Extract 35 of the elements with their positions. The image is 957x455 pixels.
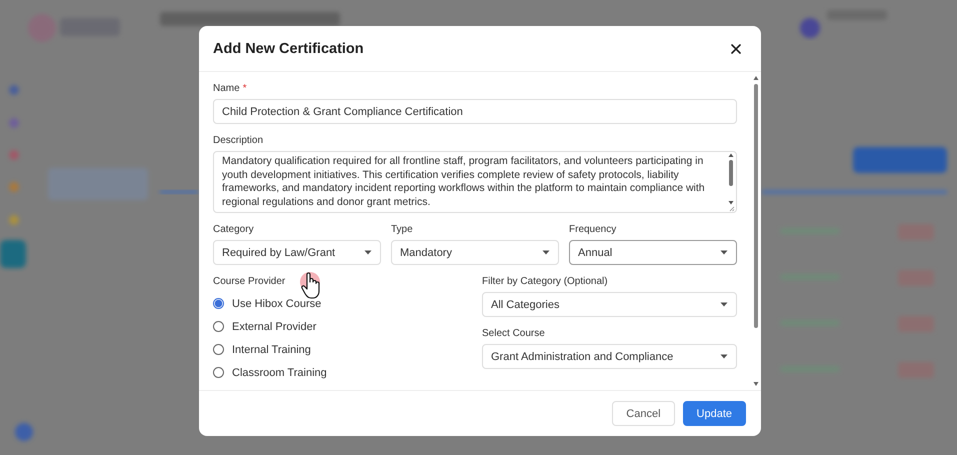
scrollbar-drawing — [727, 152, 735, 212]
radio-option[interactable]: Use Hibox Course — [213, 295, 322, 312]
caret-icon — [720, 354, 728, 359]
dropdown[interactable]: Annual — [569, 240, 737, 265]
field-label: Frequency — [569, 224, 616, 235]
radio-option[interactable]: External Provider — [213, 318, 316, 335]
dropdown[interactable]: All Categories — [482, 292, 737, 317]
close-icon[interactable] — [731, 44, 741, 54]
dropdown[interactable]: Required by Law/Grant — [213, 240, 381, 265]
cancel-button[interactable]: Cancel — [612, 401, 675, 426]
caret-icon — [720, 250, 728, 255]
description-field[interactable]: Mandatory qualification required for all frontline staff, program facilitators, and volunteers participating in youth development initiatives. This certification verifies complete review of safety protocols, liability frameworks, and mandatory incident reporting workflows within the platform to maintain compliance with regional regulations and donor grant metrics. — [213, 151, 737, 213]
radio-button[interactable] — [213, 344, 224, 355]
dialog-title: Add New Certification — [213, 40, 364, 56]
field-label: Name — [213, 83, 240, 94]
name-field[interactable]: Child Protection & Grant Compliance Certification — [213, 99, 737, 124]
radio-option[interactable]: Classroom Training — [213, 364, 327, 381]
radio-button[interactable] — [213, 321, 224, 332]
field-label: Course Provider — [213, 276, 286, 287]
radio-option[interactable]: Internal Training — [213, 341, 311, 358]
caret-icon — [364, 250, 372, 255]
field-label: Filter by Category (Optional) — [482, 276, 608, 287]
radio-button[interactable] — [213, 298, 224, 309]
field-label: Select Course — [482, 328, 545, 339]
caret-icon — [720, 302, 728, 307]
required-mark: * — [242, 83, 247, 94]
field-label: Description — [213, 135, 264, 146]
field-label: Category — [213, 224, 254, 235]
update-button[interactable]: Update — [682, 401, 746, 426]
dropdown[interactable]: Grant Administration and Compliance — [482, 344, 737, 369]
pointer-cursor-icon — [299, 272, 323, 300]
radio-button[interactable] — [213, 367, 224, 378]
field-label: Type — [391, 224, 413, 235]
dropdown[interactable]: Mandatory — [391, 240, 559, 265]
caret-icon — [542, 250, 550, 255]
